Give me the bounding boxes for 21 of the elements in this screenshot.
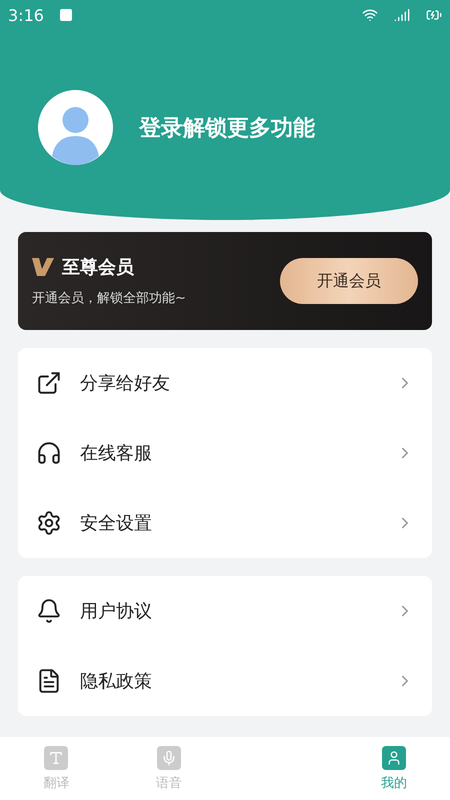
vip-logo-icon (32, 258, 54, 276)
microphone-icon (156, 746, 181, 770)
notification-icon (60, 9, 72, 21)
share-icon (36, 370, 62, 396)
bell-icon (36, 598, 62, 624)
person-icon (382, 746, 406, 770)
signal-icon (394, 7, 410, 23)
status-time: 3:16 (8, 6, 44, 24)
wifi-icon (362, 7, 378, 23)
menu-item[interactable]: 安全设置 (80, 511, 378, 535)
avatar-icon[interactable] (38, 90, 113, 165)
headset-icon (36, 440, 62, 466)
menu-item[interactable]: 隐私政策 (80, 669, 378, 693)
menu-item[interactable]: 在线客服 (80, 441, 378, 465)
settings-icon (36, 510, 62, 536)
join-vip-button[interactable]: 开通会员 (280, 258, 418, 304)
vip-subtitle: 开通会员，解锁全部功能~ (32, 290, 187, 307)
letter-icon (44, 746, 68, 770)
menu-item[interactable]: 分享给好友 (80, 371, 378, 395)
vip-title: 至尊会员 (62, 256, 134, 279)
menu-item[interactable]: 用户协议 (80, 599, 378, 623)
